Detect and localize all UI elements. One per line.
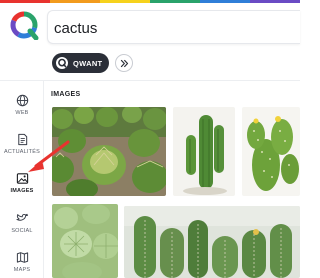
- images-section-title: IMAGES: [51, 91, 81, 98]
- engine-chip-label: QWANT: [73, 58, 103, 68]
- image-result-thumbnail: [242, 107, 300, 196]
- nav-item-social[interactable]: SOCIAL: [0, 212, 44, 250]
- qwant-logo[interactable]: [9, 10, 39, 41]
- search-input[interactable]: [54, 17, 284, 39]
- nav-item-web[interactable]: WEB: [0, 94, 44, 132]
- nav-item-maps[interactable]: MAPS: [0, 251, 44, 278]
- header-divider: [0, 80, 300, 81]
- nav-item-label: WEB: [15, 110, 29, 116]
- nav-item-actualites[interactable]: ACTUALITÉS: [0, 133, 44, 171]
- nav-item-label: ACTUALITÉS: [4, 149, 40, 155]
- double-chevron-right-icon: [120, 59, 129, 67]
- nav-item-label: MAPS: [13, 267, 31, 273]
- image-result-thumbnail: [52, 107, 166, 196]
- map-icon: [16, 252, 28, 263]
- more-options-button[interactable]: [115, 54, 134, 72]
- newspaper-icon: [17, 133, 27, 146]
- image-result-thumbnail: [52, 204, 118, 278]
- image-result-3[interactable]: [242, 107, 300, 196]
- image-result-1[interactable]: [52, 107, 166, 196]
- globe-icon: [16, 94, 28, 107]
- image-result-thumbnail: [173, 107, 235, 196]
- image-result-4[interactable]: [52, 204, 118, 278]
- engine-chip[interactable]: QWANT: [52, 53, 110, 73]
- image-icon: [16, 173, 28, 184]
- header: [0, 3, 300, 45]
- image-result-2[interactable]: [173, 107, 235, 196]
- nav-item-label: SOCIAL: [11, 228, 33, 234]
- search-box[interactable]: [47, 10, 300, 44]
- image-result-5[interactable]: [124, 206, 300, 278]
- search-options-row: QWANT: [52, 52, 134, 74]
- vertical-nav: WEB ACTUALITÉS IMAGES SOCIAL MAPS: [0, 81, 44, 278]
- bird-icon: [15, 213, 28, 221]
- nav-item-images[interactable]: IMAGES: [0, 172, 44, 210]
- qwant-q-icon: [56, 57, 68, 69]
- image-result-thumbnail: [124, 206, 300, 278]
- nav-item-label: IMAGES: [10, 188, 34, 194]
- qwant-logo-icon: [10, 11, 39, 41]
